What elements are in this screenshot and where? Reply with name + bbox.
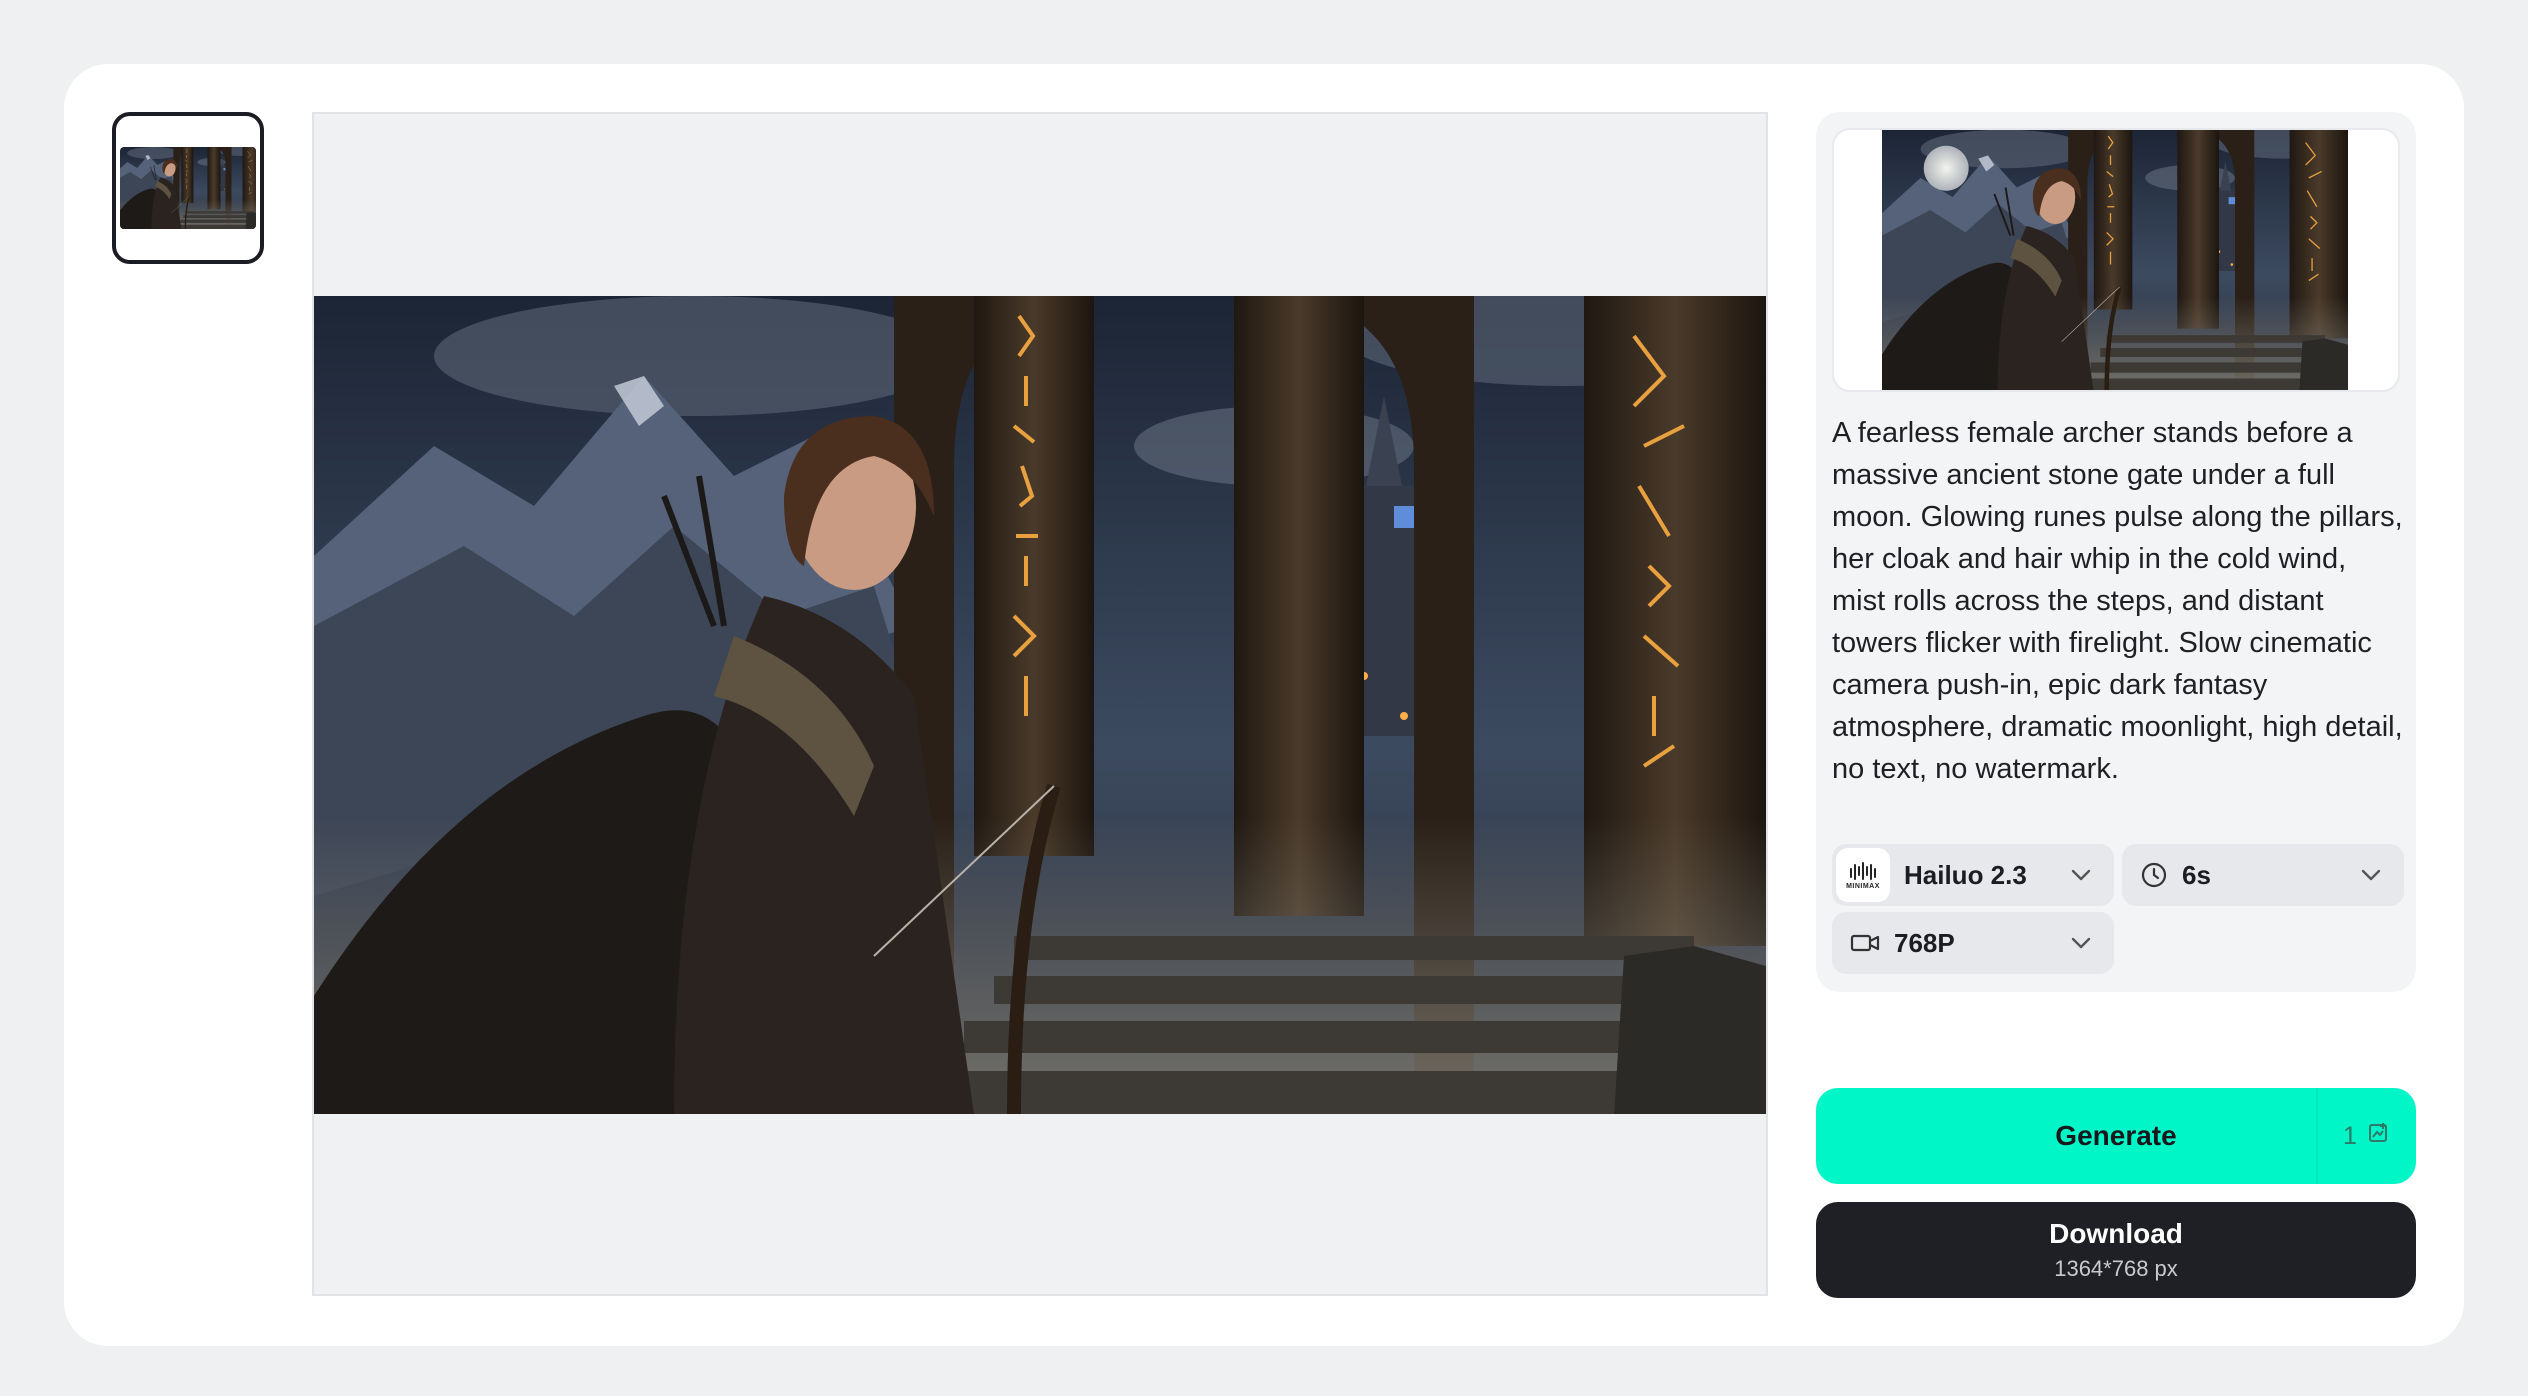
chevron-down-icon xyxy=(2070,864,2092,891)
duration-select[interactable]: 6s xyxy=(2122,844,2404,906)
minimax-logo-text: MINIMAX xyxy=(1846,882,1880,890)
generate-button-label: Generate xyxy=(2055,1120,2177,1151)
workspace-card: A fearless female archer stands before a… xyxy=(64,64,2464,1346)
preview-canvas xyxy=(312,112,1768,1296)
chevron-down-icon xyxy=(2070,932,2092,959)
resolution-select[interactable]: 768P xyxy=(1832,912,2114,974)
credit-icon xyxy=(2367,1121,2391,1152)
resolution-select-label: 768P xyxy=(1894,927,1955,958)
generate-button[interactable]: Generate 1 xyxy=(1816,1088,2416,1184)
reference-image xyxy=(1882,130,2348,392)
generate-cost-value: 1 xyxy=(2343,1121,2357,1150)
video-camera-icon xyxy=(1850,930,1880,956)
generated-frame-image xyxy=(314,296,1766,1114)
clock-icon xyxy=(2140,861,2168,889)
download-button[interactable]: Download 1364*768 px xyxy=(1816,1202,2416,1298)
download-button-label: Download xyxy=(2049,1218,2183,1249)
download-size-label: 1364*768 px xyxy=(2054,1256,2178,1281)
model-select[interactable]: MINIMAX Hailuo 2.3 xyxy=(1832,844,2114,906)
chevron-down-icon xyxy=(2360,864,2382,891)
thumbnail-selected[interactable] xyxy=(112,112,264,264)
reference-image-box[interactable] xyxy=(1832,128,2400,392)
duration-select-label: 6s xyxy=(2182,859,2211,890)
prompt-text[interactable]: A fearless female archer stands before a… xyxy=(1832,412,2404,790)
model-select-label: Hailuo 2.3 xyxy=(1904,859,2027,890)
minimax-logo-icon: MINIMAX xyxy=(1836,848,1890,902)
thumbnail-image xyxy=(120,147,256,229)
generate-cost: 1 xyxy=(2316,1088,2416,1184)
settings-panel: A fearless female archer stands before a… xyxy=(1816,112,2416,992)
